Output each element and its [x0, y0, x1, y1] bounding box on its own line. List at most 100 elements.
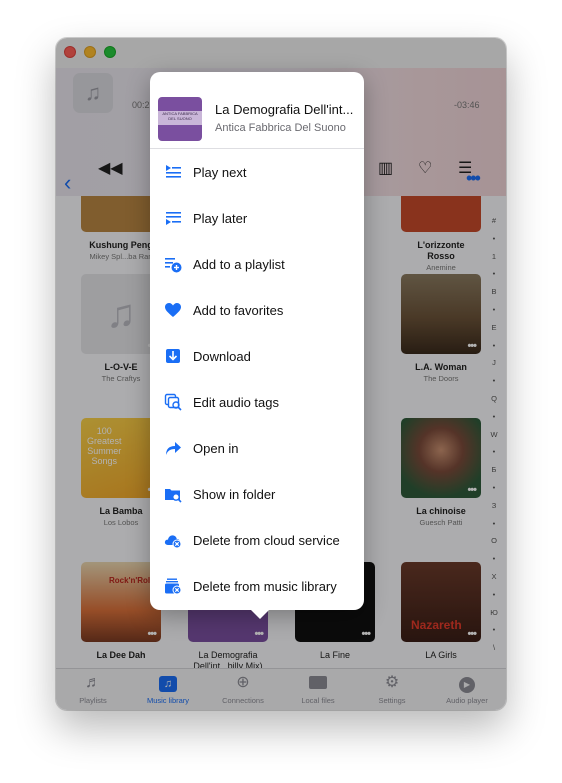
library-delete-icon [165, 578, 182, 595]
album-title: L.A. Woman [415, 362, 467, 372]
more-icon[interactable]: ••• [467, 340, 477, 352]
music-library-icon: ♫ [133, 673, 203, 693]
album-item[interactable]: L'orizzonte Rosso Anemine [401, 196, 481, 272]
album-cover[interactable]: ••• [401, 418, 481, 498]
index-letter[interactable]: • [488, 230, 500, 248]
menu-item-open-in[interactable]: Open in [150, 425, 364, 471]
index-letter[interactable]: • [488, 515, 500, 533]
tab-label: Music library [146, 696, 190, 705]
now-playing-artwork[interactable]: ♫ [73, 73, 113, 113]
menu-item-add-to-playlist[interactable]: Add to a playlist [150, 241, 364, 287]
index-letter[interactable]: # [488, 212, 500, 230]
index-letter[interactable]: Х [488, 568, 500, 586]
menu-item-label: Add to favorites [193, 303, 284, 318]
columns-icon[interactable]: ▥ [378, 158, 393, 178]
album-item[interactable]: Rock'n'Rol ••• La Dee Dah [81, 562, 161, 661]
album-cover[interactable]: Nazareth ••• [401, 562, 481, 642]
more-icon[interactable]: ••• [147, 628, 157, 640]
menu-item-edit-audio-tags[interactable]: Edit audio tags [150, 379, 364, 425]
tab-label: Playlists [79, 696, 107, 705]
folder-search-icon [165, 489, 182, 503]
tab-music-library[interactable]: ♫ Music library [133, 673, 203, 705]
music-note-icon: ♫ [84, 80, 102, 105]
alphabet-index[interactable]: # • 1 • B • E • J • Q • W • Б • З • О • Х • Ю • \ [488, 212, 500, 657]
album-cover[interactable]: Rock'n'Rol ••• [81, 562, 161, 642]
index-letter[interactable]: E [488, 319, 500, 337]
index-letter[interactable]: • [488, 621, 500, 639]
zoom-window-button[interactable] [104, 46, 116, 58]
album-title: L'orizzonte Rosso [417, 240, 465, 261]
tab-playlists[interactable]: ♬ Playlists [58, 673, 128, 705]
index-letter[interactable]: • [488, 301, 500, 319]
playlists-icon: ♬ [85, 674, 101, 691]
menu-item-delete-from-cloud[interactable]: Delete from cloud service [150, 517, 364, 563]
index-letter[interactable]: • [488, 586, 500, 604]
tab-settings[interactable]: ⚙ Settings [357, 673, 427, 705]
minimize-window-button[interactable] [84, 46, 96, 58]
album-item[interactable]: ••• L.A. Woman The Doors [401, 274, 481, 383]
menu-item-play-later[interactable]: Play later [150, 195, 364, 241]
menu-item-add-to-favorites[interactable]: Add to favorites [150, 287, 364, 333]
album-artist: Guesch Patti [419, 518, 463, 527]
more-icon[interactable]: ••• [361, 628, 371, 640]
album-item[interactable]: ••• La chinoise Guesch Patti [401, 418, 481, 527]
index-letter[interactable]: • [488, 550, 500, 568]
album-title: La Demografia Dell'int...billy Mix) [193, 650, 263, 668]
album-cover[interactable] [401, 196, 481, 232]
more-icon[interactable]: ••• [467, 628, 477, 640]
index-letter[interactable]: \ [488, 639, 500, 657]
menu-item-label: Open in [193, 441, 239, 456]
tab-connections[interactable]: ⊕ Connections [208, 673, 278, 705]
close-window-button[interactable] [64, 46, 76, 58]
album-cover[interactable]: ••• [401, 274, 481, 354]
menu-album-artist: Antica Fabbrica Del Suono [215, 122, 346, 134]
index-letter[interactable]: • [488, 265, 500, 283]
album-item[interactable]: Nazareth ••• LA Girls [401, 562, 481, 661]
more-icon[interactable]: ••• [467, 484, 477, 496]
index-letter[interactable]: О [488, 532, 500, 550]
share-arrow-icon [166, 442, 181, 455]
album-item[interactable]: Kushung Peng Mikey Spl...ba Ran [81, 196, 161, 261]
heart-icon[interactable]: ♡ [418, 158, 432, 178]
index-letter[interactable]: З [488, 497, 500, 515]
album-item[interactable]: ♫ ••• L-O-V-E The Craftys [81, 274, 161, 383]
music-note-icon: ♫ [106, 291, 136, 336]
menu-item-play-next[interactable]: Play next [150, 149, 364, 195]
cover-text: 100 Greatest Summer Songs [87, 426, 122, 466]
more-icon[interactable]: ••• [254, 628, 264, 640]
index-letter[interactable]: • [488, 337, 500, 355]
tab-audio-player[interactable]: ▶ Audio player [432, 673, 502, 705]
more-icon[interactable]: ••• [466, 168, 481, 189]
album-cover[interactable] [81, 196, 161, 232]
rewind-icon[interactable]: ◀◀ [98, 158, 123, 178]
time-remaining: -03:46 [454, 100, 480, 110]
index-letter[interactable]: • [488, 372, 500, 390]
album-artist: Los Lobos [103, 518, 139, 527]
index-letter[interactable]: 1 [488, 248, 500, 266]
album-item[interactable]: 100 Greatest Summer Songs ••• La Bamba L… [81, 418, 161, 527]
menu-item-label: Delete from music library [193, 579, 337, 594]
album-artist: The Doors [423, 374, 459, 383]
index-letter[interactable]: Б [488, 461, 500, 479]
index-letter[interactable]: J [488, 354, 500, 372]
menu-item-download[interactable]: Download [150, 333, 364, 379]
album-cover[interactable]: 100 Greatest Summer Songs ••• [81, 418, 161, 498]
tab-local-files[interactable]: Local files [283, 673, 353, 705]
gear-icon: ⚙ [384, 674, 400, 691]
album-title: La Bamba [99, 506, 143, 516]
menu-pointer [251, 610, 269, 619]
index-letter[interactable]: W [488, 426, 500, 444]
index-letter[interactable]: Q [488, 390, 500, 408]
menu-item-label: Edit audio tags [193, 395, 280, 410]
index-letter[interactable]: • [488, 408, 500, 426]
back-chevron-icon[interactable]: ‹ [64, 170, 71, 196]
tab-label: Audio player [446, 696, 488, 705]
tab-label: Settings [378, 696, 406, 705]
index-letter[interactable]: Ю [488, 604, 500, 622]
index-letter[interactable]: B [488, 283, 500, 301]
menu-item-show-in-folder[interactable]: Show in folder [150, 471, 364, 517]
index-letter[interactable]: • [488, 479, 500, 497]
menu-item-delete-from-library[interactable]: Delete from music library [150, 563, 364, 609]
index-letter[interactable]: • [488, 443, 500, 461]
album-cover[interactable]: ♫ ••• [81, 274, 161, 354]
